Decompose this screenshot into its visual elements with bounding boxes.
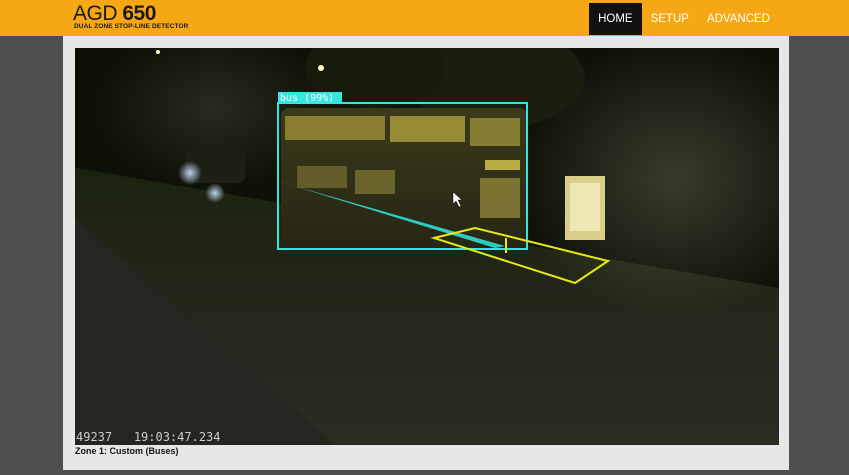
nav-home[interactable]: HOME <box>589 3 642 35</box>
shelter-advert-inner <box>570 183 600 231</box>
camera-scene: bus (99%) <box>75 48 779 445</box>
top-bar: AGD 650 DUAL ZONE STOP-LINE DETECTOR HOM… <box>0 0 849 36</box>
headlight <box>205 183 225 203</box>
street-light <box>318 65 324 71</box>
main-panel: bus (99%) 49237 19:03:47.234 Zone 1: Cus… <box>63 36 789 470</box>
logo-subtitle: DUAL ZONE STOP-LINE DETECTOR <box>74 23 189 30</box>
detection-label: bus (99%) <box>280 93 334 104</box>
bus-window <box>285 116 385 140</box>
bus-window <box>390 116 465 142</box>
nav-advanced[interactable]: ADVANCED <box>698 3 779 35</box>
main-nav: HOME SETUP ADVANCED <box>589 3 779 35</box>
camera-feed[interactable]: bus (99%) 49237 19:03:47.234 <box>75 48 779 445</box>
zone-caption: Zone 1: Custom (Buses) <box>75 446 179 456</box>
bus-sign <box>485 160 520 170</box>
headlight <box>178 161 202 185</box>
bus-window <box>470 118 520 146</box>
logo-title: AGD 650 <box>73 3 156 25</box>
bus-window <box>297 166 347 188</box>
frame-timestamp: 19:03:47.234 <box>133 430 221 444</box>
frame-info: 49237 19:03:47.234 <box>76 430 221 444</box>
frame-number: 49237 <box>76 430 113 444</box>
logo-number: 650 <box>122 2 156 25</box>
logo-prefix: AGD <box>73 2 118 25</box>
bus-window <box>355 170 395 194</box>
nav-setup[interactable]: SETUP <box>642 3 698 35</box>
bus-window <box>480 178 520 218</box>
street-light <box>156 50 160 54</box>
